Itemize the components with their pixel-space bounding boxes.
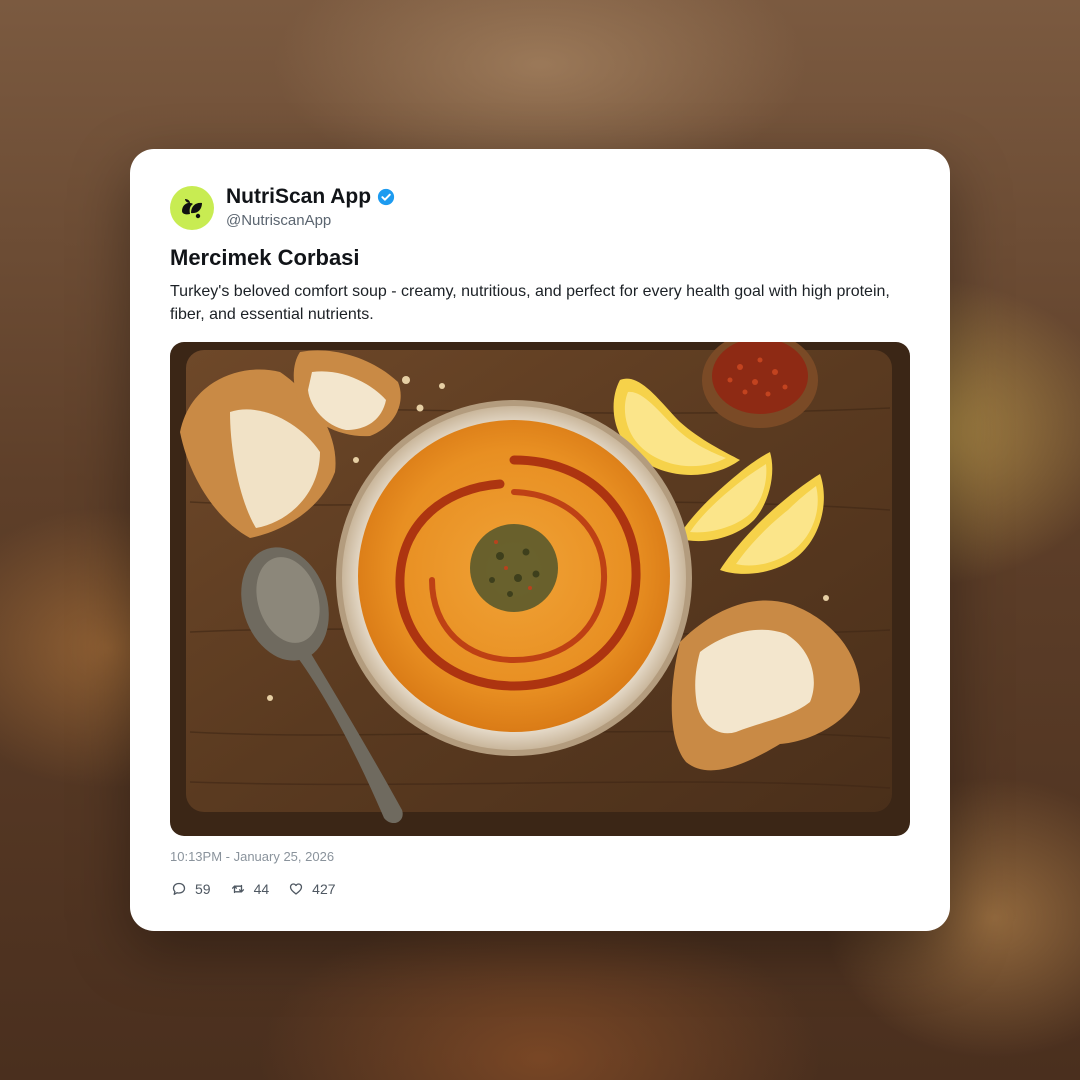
post-title: Mercimek Corbasi — [170, 245, 360, 270]
like-count: 427 — [312, 881, 336, 897]
reply-count: 59 — [195, 881, 211, 897]
repost-count: 44 — [253, 881, 270, 897]
post-card: NutriScan App @NutriscanApp Mercimek Cor… — [130, 149, 950, 931]
post-image[interactable] — [170, 342, 910, 836]
post-header: NutriScan App @NutriscanApp — [170, 185, 395, 231]
repost-arrows-icon — [231, 884, 244, 894]
post-actions: 59 44 427 — [172, 881, 356, 897]
comment-bubble-icon — [172, 882, 186, 895]
leaf-logo-icon — [182, 199, 202, 219]
display-name[interactable]: NutriScan App — [226, 185, 371, 209]
post-timestamp[interactable]: 10:13PM - January 25, 2026 — [170, 849, 334, 864]
heart-icon — [290, 883, 303, 895]
repost-button[interactable]: 44 — [231, 881, 270, 897]
author-info: NutriScan App @NutriscanApp — [226, 185, 395, 231]
handle[interactable]: @NutriscanApp — [226, 211, 395, 231]
reply-button[interactable]: 59 — [172, 881, 211, 897]
post-description: Turkey's beloved comfort soup - creamy, … — [170, 283, 890, 323]
avatar[interactable] — [170, 186, 214, 230]
like-button[interactable]: 427 — [289, 881, 336, 897]
verified-badge-icon — [377, 188, 395, 206]
soup-photo — [170, 342, 910, 836]
name-row: NutriScan App — [226, 185, 395, 209]
